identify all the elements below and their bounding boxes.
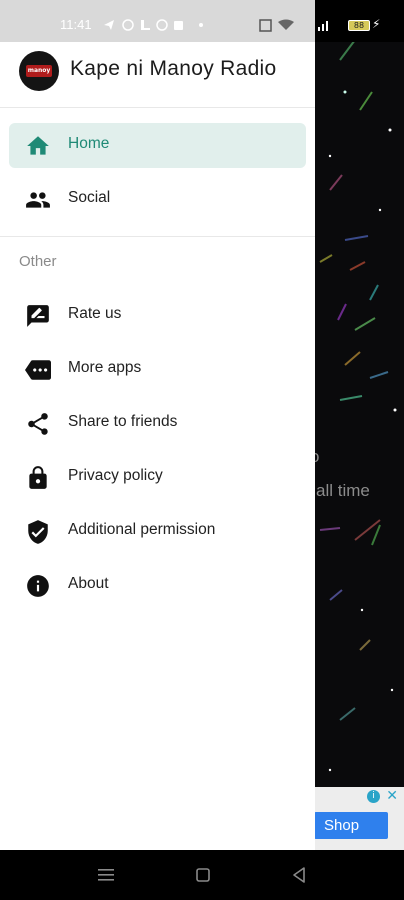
navigation-drawer: manoy Kape ni Manoy Radio Home Social Ot… [0, 42, 315, 850]
menu-item-label: Social [68, 189, 111, 206]
bag-icon [174, 21, 183, 30]
share-icon [28, 413, 48, 435]
ad-shop-button[interactable]: Shop [314, 812, 388, 839]
charging-icon: ⚡ [372, 17, 381, 31]
screen: o all time ) i ✕ Shop 11:41 88 ⚡ [0, 0, 404, 900]
lock-icon [29, 466, 47, 489]
dot-icon [199, 23, 203, 27]
menu-item-social[interactable]: Social [9, 177, 306, 222]
rate-review-icon [27, 305, 49, 327]
clock-icon [156, 19, 168, 31]
app-logo: manoy [19, 51, 59, 91]
telegram-icon [104, 20, 114, 30]
menu-item-label: More apps [68, 359, 142, 376]
menu-item-label: Home [68, 135, 110, 152]
system-icons [259, 19, 328, 32]
background-text-line2: all time [316, 481, 370, 500]
status-bar: 11:41 88 ⚡ [0, 0, 404, 42]
menu-item-privacy-policy[interactable]: Privacy policy [9, 455, 306, 500]
ad-banner[interactable]: i ✕ Shop [300, 787, 404, 850]
menu-item-about[interactable]: About [9, 563, 306, 608]
menu-item-additional-permission[interactable]: Additional permission [9, 509, 306, 554]
recents-icon[interactable] [97, 867, 115, 883]
info-icon [27, 575, 49, 597]
menu-item-label: Additional permission [68, 521, 216, 538]
back-icon[interactable] [291, 866, 307, 884]
menu-item-share[interactable]: Share to friends [9, 401, 306, 446]
logo-text: manoy [26, 65, 52, 77]
menu-item-home[interactable]: Home [9, 123, 306, 168]
menu-item-label: Share to friends [68, 413, 178, 430]
menu-item-more-apps[interactable]: More apps [9, 347, 306, 392]
drawer-header: manoy Kape ni Manoy Radio [0, 42, 315, 108]
battery-icon: 88 [348, 20, 370, 31]
app-title: Kape ni Manoy Radio [70, 57, 277, 80]
wifi-icon [278, 19, 294, 30]
signal-icon [326, 21, 328, 31]
app-icon [141, 28, 150, 30]
menu-item-label: Rate us [68, 305, 122, 322]
ad-close-icon[interactable]: ✕ [386, 788, 398, 804]
home-button-icon[interactable] [195, 867, 211, 883]
home-icon [27, 136, 49, 155]
menu-item-label: About [68, 575, 109, 592]
more-apps-icon [25, 360, 51, 380]
notification-icons [104, 19, 203, 31]
drawer-divider [0, 236, 315, 237]
system-navigation-bar [0, 850, 404, 900]
ad-choices-icon[interactable]: i [367, 790, 380, 803]
section-header-other: Other [19, 253, 57, 270]
messenger-icon [122, 19, 134, 31]
nfc-icon [259, 19, 272, 32]
status-time: 11:41 [60, 17, 92, 32]
menu-item-label: Privacy policy [68, 467, 163, 484]
people-icon [26, 192, 50, 208]
menu-item-rate-us[interactable]: Rate us [9, 293, 306, 338]
shield-check-icon [28, 520, 48, 544]
